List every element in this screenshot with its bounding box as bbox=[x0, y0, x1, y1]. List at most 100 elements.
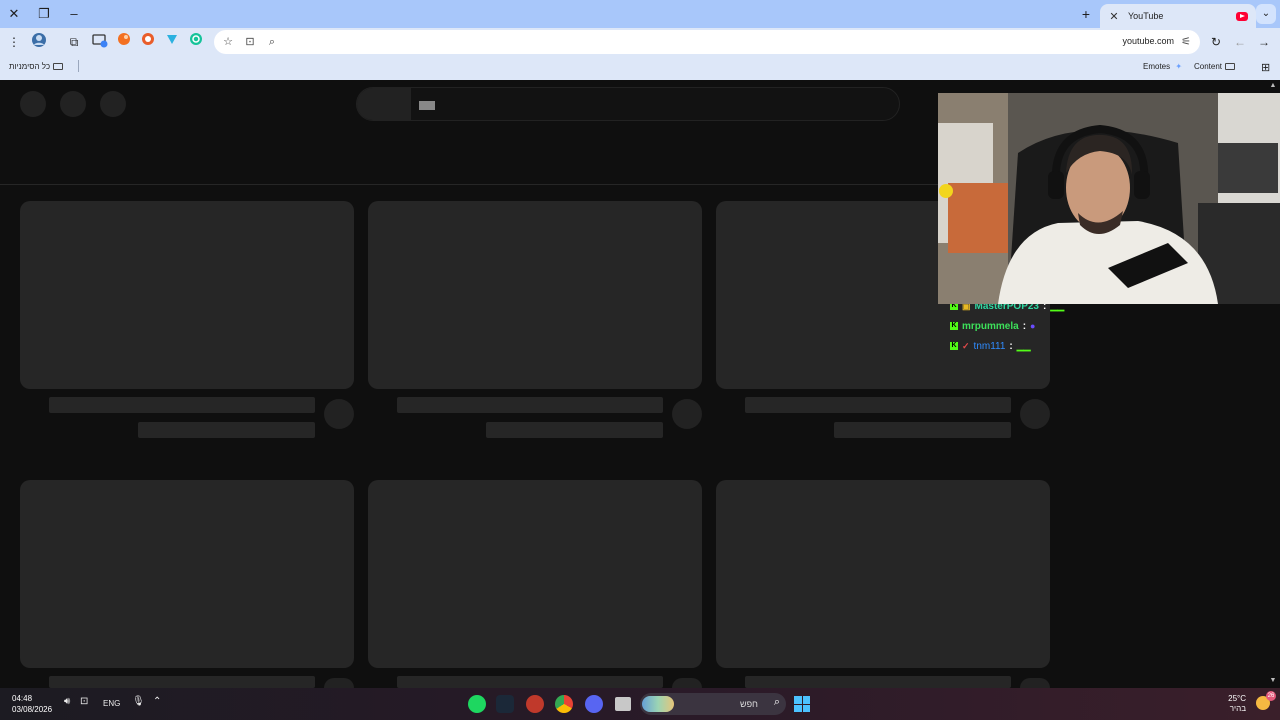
search-icon: ⌕ bbox=[773, 696, 780, 708]
file-explorer-icon[interactable] bbox=[615, 697, 631, 711]
tab-title: YouTube bbox=[1128, 11, 1164, 21]
bookmark-star-icon[interactable]: ☆ bbox=[218, 32, 238, 52]
url-text[interactable]: youtube.com bbox=[1122, 36, 1174, 46]
title-placeholder bbox=[745, 397, 1011, 413]
video-thumbnail-placeholder[interactable] bbox=[368, 480, 702, 668]
menu-placeholder bbox=[20, 91, 46, 117]
weather-widget[interactable]: 25°C בהיר bbox=[1228, 694, 1246, 714]
emotes-label: Emotes bbox=[1143, 62, 1171, 71]
browser-title-bar: ✕ ❐ – + ✕ YouTube ⌄ bbox=[0, 0, 1280, 28]
app-icon[interactable] bbox=[526, 695, 544, 713]
meta-placeholder bbox=[486, 422, 663, 438]
logo-placeholder bbox=[60, 91, 86, 117]
address-bar[interactable]: ☆ ⊡ ⌕ youtube.com ⚟ bbox=[214, 30, 1200, 54]
minimize-window-icon[interactable]: – bbox=[64, 4, 84, 24]
search-highlight-image bbox=[642, 696, 674, 712]
emotes-favicon-icon: ✦ bbox=[1175, 62, 1183, 71]
video-thumbnail-placeholder[interactable] bbox=[20, 201, 354, 389]
chat-username: tnm111 bbox=[973, 340, 1006, 352]
stream-chat-overlay: K ▣ MasterPOP23 : ▁▁ K mrpummela : ● K ✓… bbox=[950, 296, 1130, 356]
verified-check-icon: ✓ bbox=[962, 340, 970, 351]
microphone-icon[interactable]: 🎙︎ bbox=[132, 696, 145, 707]
meta-placeholder bbox=[834, 422, 1011, 438]
title-placeholder bbox=[745, 676, 1011, 688]
title-placeholder bbox=[49, 676, 315, 688]
reload-icon[interactable]: ↻ bbox=[1206, 32, 1226, 52]
volume-icon[interactable]: 🔊︎ bbox=[64, 696, 70, 707]
taskbar-search[interactable]: חפש ⌕ bbox=[640, 693, 786, 715]
channel-avatar-placeholder bbox=[324, 399, 354, 429]
apps-grid-icon[interactable]: ⊞ bbox=[1261, 61, 1270, 74]
orange-extension-icon[interactable] bbox=[114, 32, 134, 52]
youtube-favicon-icon bbox=[1236, 11, 1248, 21]
language-indicator[interactable]: ENG bbox=[103, 699, 120, 708]
webcam-feed-image bbox=[938, 93, 1280, 304]
clock-time: 04:48 bbox=[12, 694, 33, 703]
chat-separator: : bbox=[1022, 320, 1027, 332]
all-bookmarks-label: כל הסימניות bbox=[9, 62, 51, 71]
title-placeholder bbox=[397, 397, 663, 413]
translate-extension-icon[interactable] bbox=[162, 32, 182, 52]
spotify-icon[interactable] bbox=[468, 695, 486, 713]
close-window-icon[interactable]: ✕ bbox=[4, 4, 24, 24]
tab-search-menu-icon[interactable]: ⌄ bbox=[1256, 4, 1276, 24]
content-label: Content bbox=[1194, 62, 1223, 71]
video-thumbnail-placeholder[interactable] bbox=[368, 201, 702, 389]
grammar-extension-icon[interactable] bbox=[186, 32, 206, 52]
bookmark-emotes[interactable]: Emotes ✦ bbox=[1143, 62, 1182, 71]
title-placeholder bbox=[397, 676, 663, 688]
bookmark-content-folder[interactable]: Content bbox=[1194, 62, 1238, 71]
video-thumbnail-placeholder[interactable] bbox=[716, 480, 1050, 668]
start-windows-icon[interactable] bbox=[794, 696, 810, 712]
emote-icon: ▁▁ bbox=[1016, 340, 1031, 351]
chat-separator: : bbox=[1009, 340, 1013, 352]
folder-icon bbox=[1225, 63, 1236, 71]
scroll-up-arrow-icon[interactable]: ▲ bbox=[1269, 82, 1277, 89]
tab-youtube[interactable]: ✕ YouTube bbox=[1100, 4, 1256, 28]
new-tab-button[interactable]: + bbox=[1078, 6, 1094, 22]
webcam-overlay bbox=[938, 93, 1280, 304]
search-placeholder[interactable] bbox=[356, 87, 900, 121]
meta-placeholder bbox=[138, 422, 315, 438]
windows-taskbar: 04:48 03/08/2026 🔊︎ ⊡ ENG 🎙︎ ⌃ חפש ⌕ 25°… bbox=[0, 688, 1280, 720]
site-settings-icon[interactable]: ⚟ bbox=[1176, 32, 1196, 52]
chat-message: K mrpummela : ● bbox=[950, 316, 1130, 336]
browser-menu-icon[interactable]: ⋮ bbox=[4, 32, 24, 52]
keyboard-icon bbox=[419, 101, 435, 110]
channel-avatar-placeholder bbox=[672, 678, 702, 688]
clock-date: 03/08/2026 bbox=[12, 705, 53, 714]
channel-avatar-placeholder bbox=[1020, 678, 1050, 688]
search-placeholder-text: חפש bbox=[740, 699, 758, 709]
screen: ✕ ❐ – + ✕ YouTube ⌄ ⋮ ⧉ ☆ ⊡ ⌕ youtube.co… bbox=[0, 0, 1280, 720]
folder-icon bbox=[53, 63, 64, 71]
tab-close-icon[interactable]: ✕ bbox=[1108, 10, 1120, 23]
channel-avatar-placeholder bbox=[324, 678, 354, 688]
hidden-icons-chevron-icon[interactable]: ⌃ bbox=[153, 696, 161, 707]
video-thumbnail-placeholder[interactable] bbox=[20, 480, 354, 668]
discord-icon[interactable] bbox=[585, 695, 603, 713]
screenshot-icon[interactable]: ⊡ bbox=[240, 32, 260, 52]
extensions-icon[interactable]: ⧉ bbox=[64, 32, 84, 52]
steam-icon[interactable] bbox=[496, 695, 514, 713]
channel-avatar-placeholder bbox=[1020, 399, 1050, 429]
kick-badge-icon: K bbox=[950, 342, 958, 350]
zoom-icon[interactable]: ⌕ bbox=[262, 32, 282, 52]
shield-extension-icon[interactable] bbox=[138, 32, 158, 52]
kick-badge-icon: K bbox=[950, 322, 958, 330]
weather-description: בהיר bbox=[1229, 704, 1246, 713]
network-icon[interactable]: ⊡ bbox=[80, 696, 88, 707]
forward-arrow-icon[interactable]: → bbox=[1254, 32, 1274, 52]
temperature: 25°C bbox=[1228, 694, 1246, 703]
restore-window-icon[interactable]: ❐ bbox=[34, 4, 54, 24]
all-bookmarks-folder[interactable]: כל הסימניות bbox=[9, 62, 66, 71]
emote-icon: ● bbox=[1030, 321, 1036, 331]
scroll-down-arrow-icon[interactable]: ▼ bbox=[1269, 677, 1277, 684]
back-arrow-icon[interactable]: ← bbox=[1230, 32, 1250, 52]
chrome-icon[interactable] bbox=[555, 695, 573, 713]
bookmarks-bar: כל הסימניות Emotes ✦ Content ⊞ bbox=[0, 56, 1280, 80]
browser-toolbar: ⋮ ⧉ ☆ ⊡ ⌕ youtube.com ⚟ ↻ ← → bbox=[0, 28, 1280, 56]
clock[interactable]: 04:48 03/08/2026 bbox=[12, 693, 52, 715]
profile-avatar-icon[interactable] bbox=[29, 32, 49, 52]
screen-share-extension-icon[interactable] bbox=[90, 32, 110, 52]
notification-badge[interactable]: 26 bbox=[1266, 691, 1276, 701]
